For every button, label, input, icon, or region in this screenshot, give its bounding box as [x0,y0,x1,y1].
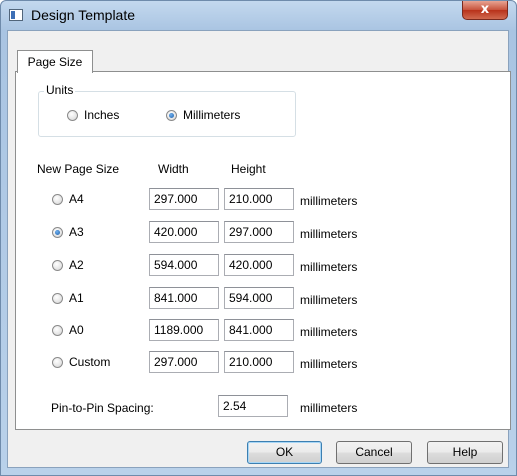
unit-label-a3: millimeters [300,227,358,241]
size-a2-label: A2 [69,258,84,272]
header-height: Height [231,162,266,176]
height-field-custom[interactable]: 210.000 [224,351,294,373]
tab-page-size[interactable]: Page Size [17,50,93,73]
cancel-button[interactable]: Cancel [336,441,412,464]
pin-spacing-label: Pin-to-Pin Spacing: [51,401,154,415]
width-field-a2[interactable]: 594.000 [149,254,219,276]
radio-circle-icon [52,357,63,368]
header-width: Width [158,162,189,176]
width-field-a3[interactable]: 420.000 [149,221,219,243]
width-field-a0[interactable]: 1189.000 [149,319,219,341]
header-new-page-size: New Page Size [37,162,120,176]
width-field-a4[interactable]: 297.000 [149,188,219,210]
radio-circle-icon [67,110,78,121]
radio-circle-icon [52,260,63,271]
unit-label-a1: millimeters [300,293,358,307]
unit-label-a2: millimeters [300,260,358,274]
units-group-label: Units [44,83,76,97]
app-icon [9,9,23,21]
unit-label-a0: millimeters [300,325,358,339]
close-icon: x [480,2,490,17]
radio-circle-icon [52,194,63,205]
ok-button[interactable]: OK [247,441,322,464]
pin-spacing-field[interactable]: 2.54 [218,395,288,417]
size-custom-label: Custom [69,355,111,369]
title-bar[interactable]: Design Template x [1,1,516,31]
close-button[interactable]: x [462,1,508,20]
units-millimeters-label: Millimeters [183,108,241,122]
height-field-a2[interactable]: 420.000 [224,254,294,276]
units-inches-label: Inches [84,108,120,122]
help-button[interactable]: Help [427,441,503,464]
pin-spacing-unit-label: millimeters [300,401,358,415]
radio-circle-icon [52,293,63,304]
height-field-a1[interactable]: 594.000 [224,287,294,309]
size-a3-label: A3 [69,225,84,239]
width-field-custom[interactable]: 297.000 [149,351,219,373]
height-field-a0[interactable]: 841.000 [224,319,294,341]
radio-circle-icon [52,227,63,238]
size-a4-label: A4 [69,192,84,206]
height-field-a3[interactable]: 297.000 [224,221,294,243]
height-field-a4[interactable]: 210.000 [224,188,294,210]
size-a0-label: A0 [69,323,84,337]
radio-circle-icon [52,325,63,336]
window-title: Design Template [31,7,136,23]
width-field-a1[interactable]: 841.000 [149,287,219,309]
unit-label-custom: millimeters [300,357,358,371]
size-a1-label: A1 [69,291,84,305]
unit-label-a4: millimeters [300,194,358,208]
radio-circle-icon [166,110,177,121]
